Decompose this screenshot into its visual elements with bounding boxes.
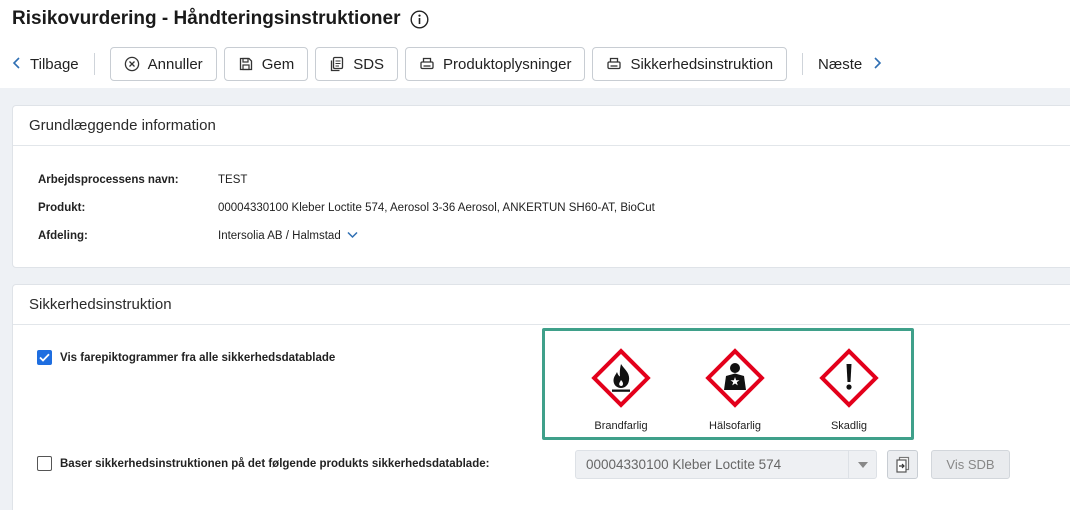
basic-info-card: Grundlæggende information Arbejdsprocess… bbox=[12, 105, 1070, 268]
safety-instruction-label: Sikkerhedsinstruktion bbox=[630, 55, 774, 73]
info-row-process-name: Arbejdsprocessens navn: TEST bbox=[38, 172, 247, 188]
base-on-product-checkbox[interactable] bbox=[37, 456, 52, 471]
cancel-label: Annuller bbox=[147, 55, 203, 73]
show-pictograms-row: Vis farepiktogrammer fra alle sikkerheds… bbox=[37, 350, 335, 365]
page-title: Risikovurdering - Håndteringsinstruktion… bbox=[12, 8, 429, 30]
chevron-right-icon bbox=[872, 56, 882, 72]
print-icon bbox=[607, 57, 622, 70]
document-copy-icon bbox=[331, 56, 344, 72]
save-icon bbox=[239, 57, 252, 71]
pictogram-health-hazard-label: Hälsofarlig bbox=[709, 420, 761, 432]
save-button[interactable]: Gem bbox=[223, 47, 309, 81]
base-on-product-label: Baser sikkerhedsinstruktionen på det føl… bbox=[60, 457, 490, 470]
product-info-button[interactable]: Produktoplysninger bbox=[405, 47, 586, 81]
product-select-value: 00004330100 Kleber Loctite 574 bbox=[586, 457, 782, 472]
document-arrow-icon bbox=[895, 456, 909, 473]
sds-button[interactable]: SDS bbox=[315, 47, 399, 81]
pictogram-harmful-label: Skadlig bbox=[830, 420, 868, 432]
safety-instruction-card: Sikkerhedsinstruktion Vis farepiktogramm… bbox=[12, 284, 1070, 510]
basic-info-header: Grundlæggende information bbox=[13, 106, 1070, 146]
pictogram-harmful: Skadlig bbox=[809, 347, 889, 432]
exclamation-icon bbox=[819, 348, 879, 408]
pictogram-panel: Brandfarlig Hälsofarlig Skadlig bbox=[542, 328, 914, 440]
flame-icon bbox=[591, 348, 651, 408]
save-label: Gem bbox=[261, 55, 295, 73]
next-button[interactable]: Næste bbox=[818, 47, 882, 81]
product-select[interactable]: 00004330100 Kleber Loctite 574 bbox=[575, 450, 877, 479]
product-value: 00004330100 Kleber Loctite 574, Aerosol … bbox=[218, 202, 655, 214]
back-label: Tilbage bbox=[30, 55, 79, 73]
toolbar-divider bbox=[93, 53, 95, 75]
copy-document-button[interactable] bbox=[887, 450, 918, 479]
chevron-down-icon[interactable] bbox=[347, 230, 358, 242]
sds-label: SDS bbox=[353, 55, 385, 73]
pictogram-health-hazard: Hälsofarlig bbox=[695, 347, 775, 432]
view-sds-button[interactable]: Vis SDB bbox=[931, 450, 1010, 479]
back-button[interactable]: Tilbage bbox=[12, 47, 79, 81]
top-bar: Risikovurdering - Håndteringsinstruktion… bbox=[0, 0, 1070, 88]
cancel-button[interactable]: Annuller bbox=[109, 47, 217, 81]
safety-instruction-button[interactable]: Sikkerhedsinstruktion bbox=[592, 47, 788, 81]
process-name-label: Arbejdsprocessens navn: bbox=[38, 174, 179, 186]
process-name-value: TEST bbox=[218, 174, 248, 186]
product-label: Produkt: bbox=[38, 202, 86, 214]
product-info-label: Produktoplysninger bbox=[443, 55, 572, 73]
pictogram-flammable-label: Brandfarlig bbox=[594, 420, 648, 432]
base-on-product-row: Baser sikkerhedsinstruktionen på det føl… bbox=[37, 456, 489, 471]
cancel-icon bbox=[124, 56, 139, 72]
info-icon[interactable] bbox=[409, 9, 429, 29]
show-pictograms-checkbox[interactable] bbox=[37, 350, 52, 365]
chevron-left-icon bbox=[12, 56, 22, 72]
page-title-text: Risikovurdering - Håndteringsinstruktion… bbox=[12, 8, 401, 29]
department-value[interactable]: Intersolia AB / Halmstad bbox=[218, 230, 341, 242]
health-hazard-icon bbox=[705, 348, 765, 408]
pictogram-flammable: Brandfarlig bbox=[581, 347, 661, 432]
dropdown-arrow-icon[interactable] bbox=[848, 451, 876, 478]
department-label: Afdeling: bbox=[38, 230, 88, 242]
checkmark-icon bbox=[39, 353, 50, 362]
toolbar: Tilbage Annuller Gem SDS Produktoplysnin… bbox=[12, 47, 882, 81]
show-pictograms-label: Vis farepiktogrammer fra alle sikkerheds… bbox=[60, 351, 336, 364]
safety-instruction-header: Sikkerhedsinstruktion bbox=[13, 285, 1070, 325]
info-row-department: Afdeling: Intersolia AB / Halmstad bbox=[38, 228, 358, 244]
info-row-product: Produkt: 00004330100 Kleber Loctite 574,… bbox=[38, 200, 655, 216]
next-label: Næste bbox=[818, 55, 863, 73]
toolbar-divider bbox=[802, 53, 804, 75]
print-icon bbox=[420, 57, 434, 70]
